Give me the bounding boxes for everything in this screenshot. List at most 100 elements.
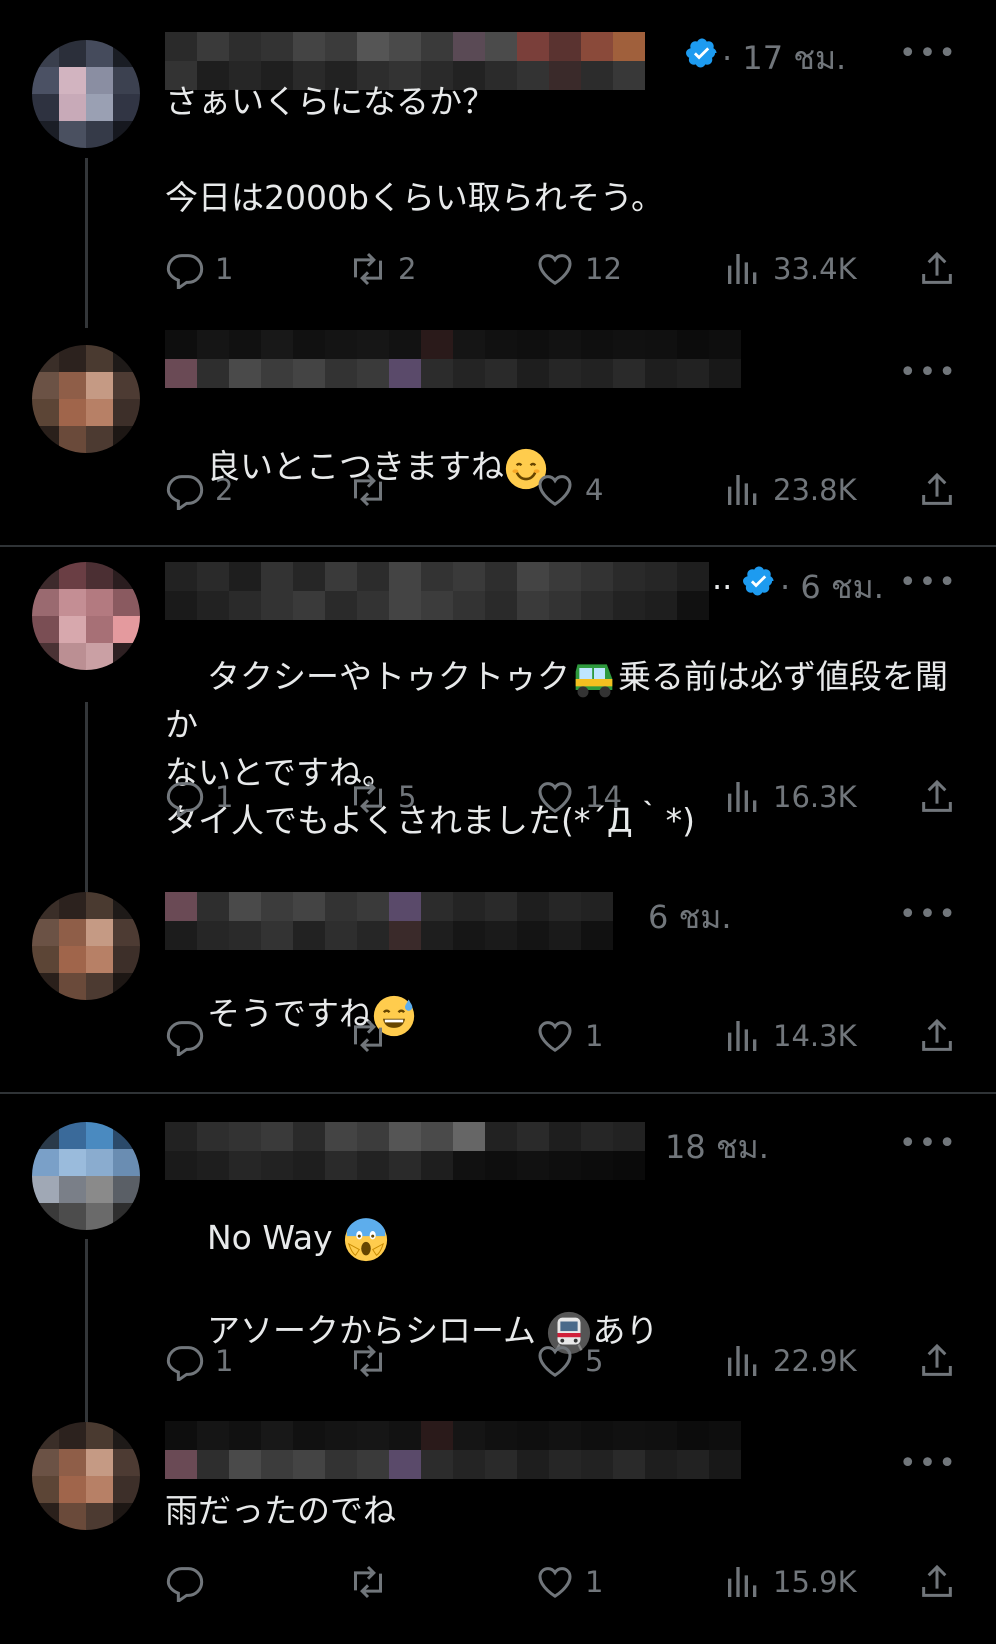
more-options-icon[interactable]: ••• xyxy=(899,36,958,71)
reply-button[interactable]: 1 xyxy=(165,775,233,819)
like-button[interactable]: 1 xyxy=(535,1014,603,1058)
post-text: 良いとこつきますね xyxy=(165,395,548,539)
repost-icon xyxy=(354,252,382,286)
views-button[interactable]: 23.8K xyxy=(723,468,857,512)
avatar[interactable] xyxy=(32,892,140,1000)
repost-button[interactable] xyxy=(348,468,398,512)
share-button[interactable] xyxy=(917,1560,967,1604)
avatar[interactable] xyxy=(32,1422,140,1530)
post-actions: 1 5 14 16.3K xyxy=(165,775,965,819)
post-actions: 1 14.3K xyxy=(165,1014,965,1058)
like-button[interactable]: 14 xyxy=(535,775,622,819)
username-blurred[interactable] xyxy=(165,330,760,388)
reply-count: 2 xyxy=(215,473,234,507)
avatar[interactable] xyxy=(32,1122,140,1230)
views-chart-icon xyxy=(728,1346,757,1376)
share-button[interactable] xyxy=(917,1339,967,1383)
post-timestamp[interactable]: 18 ชม. xyxy=(665,1122,769,1173)
avatar[interactable] xyxy=(32,562,140,670)
more-options-icon[interactable]: ••• xyxy=(899,1126,958,1161)
reply-button[interactable] xyxy=(165,1560,215,1604)
repost-icon xyxy=(354,473,382,507)
share-icon xyxy=(922,1343,952,1376)
repost-button[interactable]: 5 xyxy=(348,775,416,819)
thread-connector xyxy=(85,158,88,328)
post-text-a: タクシーやトゥクトゥク xyxy=(206,657,570,696)
reply-button[interactable]: 1 xyxy=(165,1339,233,1383)
heart-icon xyxy=(538,1567,572,1598)
share-button[interactable] xyxy=(917,1014,967,1058)
repost-icon xyxy=(354,1344,382,1378)
share-icon xyxy=(922,472,952,505)
share-button[interactable] xyxy=(917,775,967,819)
repost-button[interactable] xyxy=(348,1014,398,1058)
post-timestamp[interactable]: · 17 ชม. xyxy=(722,33,846,84)
views-count: 33.4K xyxy=(773,252,857,286)
verified-badge-icon xyxy=(686,38,717,68)
post-actions: 2 4 23.8K xyxy=(165,468,965,512)
like-button[interactable]: 5 xyxy=(535,1339,603,1383)
repost-count: 5 xyxy=(398,780,417,814)
thread-3: 18 ชม. ••• No Way アソークからシローム あり 1 5 22.9… xyxy=(0,1094,996,1644)
like-button[interactable]: 12 xyxy=(535,247,622,291)
post-text: さぁいくらになるか？ 今日は2000bくらい取られそう。 xyxy=(165,82,664,217)
reply-button[interactable] xyxy=(165,1014,215,1058)
reply-icon xyxy=(166,1021,204,1056)
post-timestamp[interactable]: 6 ชม. xyxy=(648,892,732,943)
repost-button[interactable] xyxy=(348,1339,398,1383)
views-button[interactable]: 14.3K xyxy=(723,1014,857,1058)
share-button[interactable] xyxy=(917,468,967,512)
repost-button[interactable] xyxy=(348,1560,398,1604)
repost-icon xyxy=(354,780,382,814)
username-blurred[interactable] xyxy=(165,1421,760,1479)
repost-button[interactable]: 2 xyxy=(348,247,416,291)
views-button[interactable]: 15.9K xyxy=(723,1560,857,1604)
thread-2: .. · 6 ชม. ••• タクシーやトゥクトゥク 乗る前は必ず値段を聞か ない… xyxy=(0,547,996,1092)
share-icon xyxy=(922,1018,952,1051)
post-actions: 1 5 22.9K xyxy=(165,1339,965,1383)
views-chart-icon xyxy=(728,1021,757,1051)
heart-icon xyxy=(538,254,572,285)
repost-count: 2 xyxy=(398,252,417,286)
views-count: 22.9K xyxy=(773,1344,857,1378)
auto-rickshaw-emoji xyxy=(575,663,613,697)
post-actions: 1 2 12 33.4K xyxy=(165,247,965,291)
reply-icon xyxy=(166,1567,204,1602)
views-count: 23.8K xyxy=(773,473,857,507)
share-icon xyxy=(922,251,952,284)
more-options-icon[interactable]: ••• xyxy=(899,565,958,600)
share-button[interactable] xyxy=(917,247,967,291)
reply-count: 1 xyxy=(215,252,234,286)
reply-button[interactable]: 2 xyxy=(165,468,233,512)
heart-icon xyxy=(538,475,572,506)
views-chart-icon xyxy=(728,782,757,812)
reply-icon xyxy=(166,1346,204,1381)
more-options-icon[interactable]: ••• xyxy=(899,1446,958,1481)
heart-icon xyxy=(538,782,572,813)
reply-button[interactable]: 1 xyxy=(165,247,233,291)
thread-connector xyxy=(85,702,88,892)
post-text-line1: No Way xyxy=(206,1218,333,1257)
display-name-ellipsis: .. xyxy=(712,559,733,597)
views-count: 14.3K xyxy=(773,1019,857,1053)
share-icon xyxy=(922,779,952,812)
more-options-icon[interactable]: ••• xyxy=(899,355,958,390)
views-count: 16.3K xyxy=(773,780,857,814)
views-button[interactable]: 33.4K xyxy=(723,247,857,291)
reply-icon xyxy=(166,782,204,817)
reply-count: 1 xyxy=(215,780,234,814)
like-count: 1 xyxy=(585,1565,604,1599)
share-icon xyxy=(922,1564,952,1597)
views-button[interactable]: 16.3K xyxy=(723,775,857,819)
avatar[interactable] xyxy=(32,40,140,148)
repost-icon xyxy=(354,1565,382,1599)
heart-icon xyxy=(538,1021,572,1052)
verified-badge-icon xyxy=(743,566,774,596)
like-button[interactable]: 1 xyxy=(535,1560,603,1604)
like-button[interactable]: 4 xyxy=(535,468,603,512)
views-chart-icon xyxy=(728,254,757,284)
views-chart-icon xyxy=(728,475,757,505)
avatar[interactable] xyxy=(32,345,140,453)
more-options-icon[interactable]: ••• xyxy=(899,897,958,932)
views-button[interactable]: 22.9K xyxy=(723,1339,857,1383)
